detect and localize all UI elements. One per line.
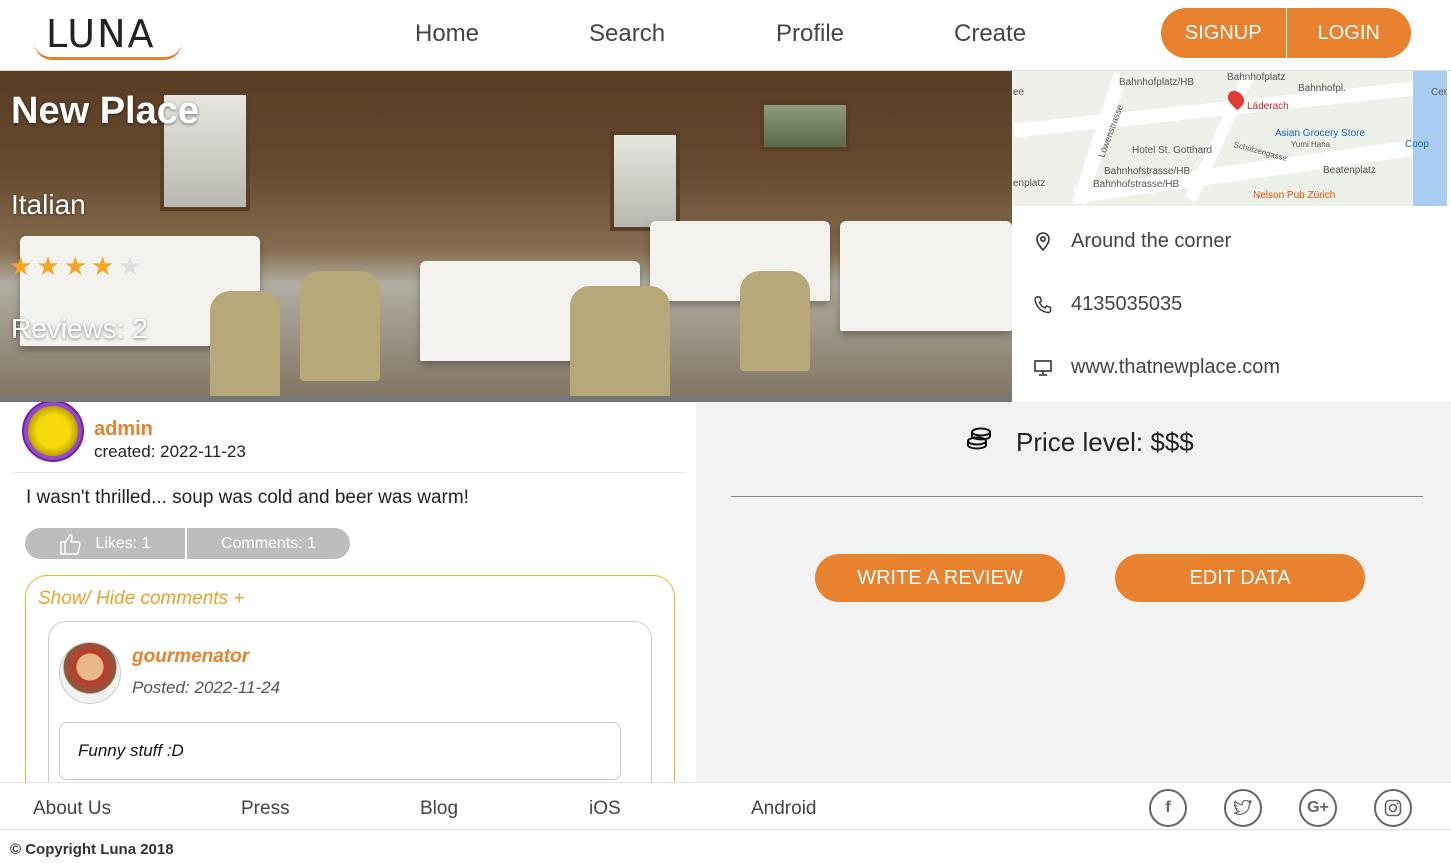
star-filled-icon: ★ [63, 251, 91, 281]
hero-chair [570, 286, 670, 398]
hero-table [840, 221, 1012, 331]
restaurant-address: Around the corner [1071, 230, 1232, 252]
twitter-icon[interactable] [1224, 789, 1262, 827]
divider-line [731, 496, 1423, 497]
restaurant-hero-image: New Place Italian ★★★★★ Reviews: 2 [0, 71, 1012, 398]
footer-link-blog[interactable]: Blog [420, 798, 458, 820]
comment-item: gourmenator Posted: 2022-11-24 Funny stu… [48, 621, 652, 782]
map-label: Bahnhofstrasse/HB [1104, 166, 1191, 177]
location-map[interactable]: Bahnhofplatz/HB Bahnhofplatz Bahnhofpl. … [1013, 71, 1447, 206]
price-actions-panel: Price level: $$$ WRITE A REVIEW EDIT DAT… [696, 402, 1451, 782]
footer-link-android[interactable]: Android [751, 798, 817, 820]
address-row: Around the corner [1033, 230, 1231, 253]
reviewer-avatar[interactable] [22, 402, 84, 462]
map-label: Bahnhofstrasse/HB [1093, 179, 1180, 190]
phone-row: 4135035035 [1033, 293, 1182, 316]
nav-create[interactable]: Create [954, 20, 1026, 48]
hero-window [610, 131, 680, 231]
toggle-comments-link[interactable]: Show/ Hide comments + [38, 588, 244, 610]
map-label: Bahnhofplatz/HB [1119, 77, 1195, 88]
hero-chair [740, 271, 810, 371]
reviews-count: Reviews: 2 [11, 313, 148, 344]
auth-buttons: SIGNUP LOGIN [1161, 8, 1411, 58]
copyright-text: © Copyright Luna 2018 [10, 841, 174, 858]
footer-link-ios[interactable]: iOS [589, 798, 621, 820]
map-label: Schützengasse [1232, 140, 1288, 163]
footer: About Us Press Blog iOS Android f G+ [0, 782, 1451, 830]
star-filled-icon: ★ [90, 251, 119, 281]
map-label: Cen [1431, 87, 1447, 98]
thumbs-up-icon [59, 532, 83, 556]
comment-posted-date: Posted: 2022-11-24 [132, 678, 281, 697]
monitor-icon [1033, 358, 1053, 378]
signup-button[interactable]: SIGNUP [1161, 8, 1286, 58]
footer-link-about[interactable]: About Us [33, 798, 111, 820]
top-header: LUNA Home Search Profile Create SIGNUP L… [0, 0, 1451, 71]
hero-chair [210, 291, 280, 398]
review-stats: Likes: 1 Comments: 1 [25, 528, 350, 559]
restaurant-info-panel: Around the corner 4135035035 www.thatnew… [1013, 206, 1447, 402]
map-label: Hotel St. Gotthard [1132, 145, 1213, 156]
likes-count: Likes: 1 [95, 534, 151, 552]
star-filled-icon: ★ [9, 251, 37, 281]
write-review-button[interactable]: WRITE A REVIEW [815, 554, 1065, 602]
map-label: Bahnhofpl. [1298, 83, 1346, 94]
comments-section: Show/ Hide comments + gourmenator Posted… [25, 575, 675, 782]
map-label: ee [1013, 87, 1025, 98]
likes-button[interactable]: Likes: 1 [25, 528, 185, 559]
reviewer-name[interactable]: admin [94, 418, 153, 441]
luna-logo[interactable]: LUNA [34, 12, 184, 62]
edit-data-button[interactable]: EDIT DATA [1115, 554, 1365, 602]
nav-home[interactable]: Home [415, 20, 479, 48]
nav-profile[interactable]: Profile [776, 20, 844, 48]
comments-button[interactable]: Comments: 1 [187, 528, 350, 559]
map-label: Yumi Hana [1291, 140, 1331, 149]
restaurant-cuisine: Italian [11, 189, 86, 220]
review-card: admin created: 2022-11-23 I wasn't thril… [0, 402, 696, 782]
hero-painting [760, 101, 850, 151]
review-text: I wasn't thrilled... soup was cold and b… [26, 487, 469, 508]
website-row: www.thatnewplace.com [1033, 356, 1280, 379]
google-plus-icon[interactable]: G+ [1299, 789, 1337, 827]
review-created-date: created: 2022-11-23 [94, 442, 246, 461]
map-label: Nelson Pub Zürich [1253, 190, 1336, 201]
location-pin-icon [1033, 231, 1053, 252]
instagram-icon[interactable] [1374, 789, 1412, 827]
restaurant-website[interactable]: www.thatnewplace.com [1071, 356, 1280, 379]
phone-icon [1033, 295, 1053, 315]
review-separator [14, 472, 686, 473]
map-label: Bahnhofplatz [1227, 72, 1286, 83]
commenter-name[interactable]: gourmenator [132, 646, 249, 668]
star-rating: ★★★★★ [9, 251, 146, 282]
map-label: Asian Grocery Store [1275, 128, 1366, 139]
star-empty-icon: ★ [118, 251, 146, 281]
map-label: Läderach [1247, 101, 1289, 112]
price-level-label: Price level: $$$ [1016, 427, 1194, 457]
map-label: Coop [1405, 139, 1429, 150]
nav-search[interactable]: Search [589, 20, 665, 48]
facebook-icon[interactable]: f [1149, 789, 1187, 827]
restaurant-name: New Place [11, 90, 199, 132]
login-button[interactable]: LOGIN [1287, 8, 1412, 58]
commenter-avatar[interactable] [59, 642, 121, 704]
logo-arc [34, 42, 182, 60]
star-filled-icon: ★ [36, 251, 64, 281]
map-label: Beatenplatz [1323, 165, 1376, 176]
footer-link-press[interactable]: Press [241, 798, 290, 820]
price-level: Price level: $$$ [966, 427, 1194, 458]
coins-icon [966, 427, 992, 458]
restaurant-phone[interactable]: 4135035035 [1071, 293, 1182, 316]
comment-text: Funny stuff :D [59, 722, 621, 780]
map-label: enplatz [1013, 178, 1046, 189]
hero-chair [300, 271, 380, 381]
